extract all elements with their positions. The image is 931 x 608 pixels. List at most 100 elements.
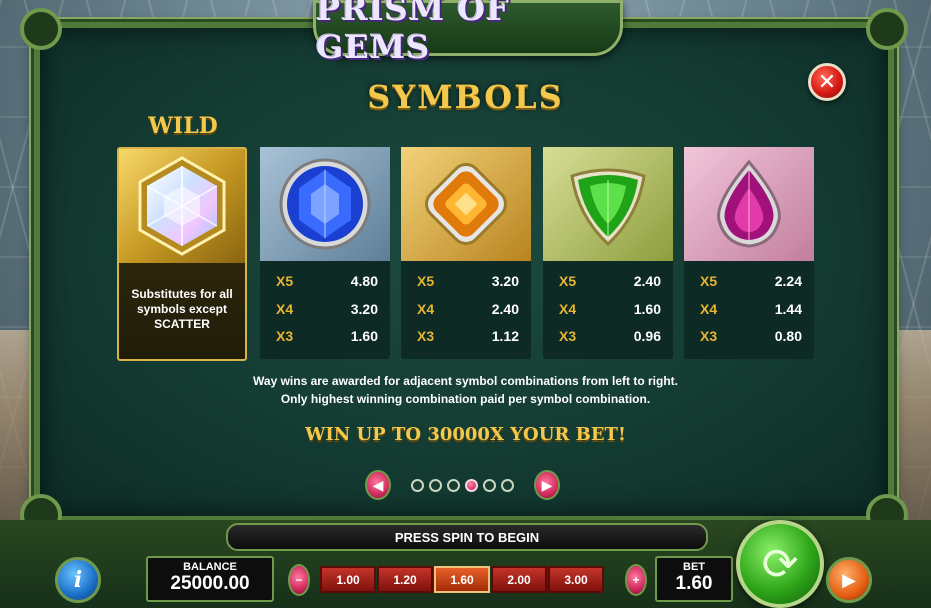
payout-value: 2.40: [633, 273, 661, 289]
payout-multiplier: X3: [417, 328, 435, 344]
rules-info-line: Only highest winning combination paid pe…: [280, 392, 651, 406]
payout-value: 1.60: [633, 301, 661, 317]
chevron-left-icon: ◀: [372, 476, 384, 493]
autoplay-button[interactable]: ▶: [826, 557, 872, 603]
symbol-card-orange: X5 3.20 X4 2.40 X3 1.12: [401, 147, 531, 359]
payout-multiplier: X5: [559, 273, 577, 289]
wild-description-line: SCATTER: [154, 317, 210, 331]
symbol-card-pink: X5 2.24 X4 1.44 X3 0.80: [684, 147, 814, 359]
rules-info: Way wins are awarded for adjacent symbol…: [0, 372, 931, 408]
payout-multiplier: X3: [276, 328, 294, 344]
chevron-right-icon: ▶: [541, 476, 553, 493]
green-triangle-gem-icon: [570, 168, 646, 247]
symbol-image: [401, 147, 531, 261]
symbol-image: [543, 147, 673, 261]
frame-corner-ornament: [866, 8, 908, 50]
bet-value: 1.60: [675, 573, 713, 594]
page-dot[interactable]: [429, 478, 442, 492]
spin-arrows-icon: ⟳: [761, 539, 799, 589]
payout-row: X3 0.96: [559, 328, 661, 348]
symbol-card-green: X5 2.40 X4 1.60 X3 0.96: [543, 147, 673, 359]
plus-icon: +: [632, 573, 640, 587]
wild-symbol-card: Substitutes for all symbols except SCATT…: [117, 147, 247, 361]
payout-multiplier: X3: [700, 328, 718, 344]
symbol-image: [260, 147, 390, 261]
payout-row: X5 3.20: [417, 273, 519, 293]
info-icon: i: [73, 567, 83, 593]
payout-row: X5 2.24: [700, 273, 802, 293]
bet-options: 1.00 1.20 1.60 2.00 3.00: [320, 566, 604, 593]
payout-value: 4.80: [350, 273, 378, 289]
payout-value: 0.96: [633, 328, 661, 344]
payout-value: 2.40: [491, 301, 519, 317]
bet-increase-button[interactable]: +: [625, 564, 647, 596]
bet-display: BET 1.60: [655, 556, 733, 602]
hexagon-diamond-icon: [138, 156, 226, 256]
wild-label: WILD: [148, 113, 218, 139]
bet-label: BET: [683, 561, 705, 573]
payout-value: 1.44: [774, 301, 802, 317]
page-title: SYMBOLS: [367, 78, 564, 116]
payout-value: 3.20: [350, 301, 378, 317]
info-button[interactable]: i: [55, 557, 101, 603]
bet-option[interactable]: 2.00: [491, 566, 547, 593]
page-dot[interactable]: [411, 478, 424, 492]
payout-value: 1.60: [350, 328, 378, 344]
game-logo-text: PRISM OF GEMS: [316, 0, 510, 66]
wild-description-line: symbols except: [136, 302, 228, 316]
symbol-image: [684, 147, 814, 261]
payout-multiplier: X4: [559, 301, 577, 317]
payout-multiplier: X5: [276, 273, 294, 289]
payout-row: X4 3.20: [276, 301, 378, 321]
orange-square-gem-icon: [425, 163, 507, 245]
bet-decrease-button[interactable]: −: [288, 564, 310, 596]
balance-label: BALANCE: [183, 561, 237, 573]
wild-symbol-image: [119, 149, 245, 263]
rules-info-line: Way wins are awarded for adjacent symbol…: [253, 374, 678, 388]
bet-option-selected[interactable]: 1.60: [434, 566, 490, 593]
previous-page-button[interactable]: ◀: [365, 470, 391, 500]
blue-round-gem-icon: [279, 158, 371, 250]
play-icon: ▶: [842, 569, 856, 590]
bet-option[interactable]: 1.00: [320, 566, 376, 593]
payout-multiplier: X5: [700, 273, 718, 289]
bet-option[interactable]: 3.00: [548, 566, 604, 593]
payout-value: 3.20: [491, 273, 519, 289]
payout-row: X5 4.80: [276, 273, 378, 293]
status-message: PRESS SPIN TO BEGIN: [226, 523, 708, 551]
balance-value: 25000.00: [170, 573, 250, 594]
balance-display: BALANCE 25000.00: [146, 556, 274, 602]
wild-description-line: Substitutes for all: [131, 287, 233, 301]
frame-corner-ornament: [20, 8, 62, 50]
payout-row: X3 1.60: [276, 328, 378, 348]
payout-row: X4 1.60: [559, 301, 661, 321]
payout-multiplier: X4: [417, 301, 435, 317]
payout-multiplier: X4: [276, 301, 294, 317]
page-dots: [411, 478, 514, 492]
page-dot[interactable]: [501, 478, 514, 492]
payout-row: X4 2.40: [417, 301, 519, 321]
payout-multiplier: X3: [559, 328, 577, 344]
wild-description: Substitutes for all symbols except SCATT…: [119, 287, 245, 332]
payout-value: 0.80: [774, 328, 802, 344]
max-win-text: WIN UP TO 30000X YOUR BET!: [305, 424, 626, 445]
payout-multiplier: X4: [700, 301, 718, 317]
payout-value: 1.12: [491, 328, 519, 344]
next-page-button[interactable]: ▶: [534, 470, 560, 500]
payout-multiplier: X5: [417, 273, 435, 289]
pink-drop-gem-icon: [717, 159, 781, 248]
payout-row: X4 1.44: [700, 301, 802, 321]
symbol-card-blue: X5 4.80 X4 3.20 X3 1.60: [260, 147, 390, 359]
payout-value: 2.24: [774, 273, 802, 289]
page-dot-active[interactable]: [465, 478, 478, 492]
page-dot[interactable]: [447, 478, 460, 492]
spin-button[interactable]: ⟳: [736, 520, 824, 608]
bet-option[interactable]: 1.20: [377, 566, 433, 593]
page-pager: ◀ ▶: [365, 468, 560, 502]
payout-row: X3 1.12: [417, 328, 519, 348]
minus-icon: −: [295, 573, 303, 587]
page-dot[interactable]: [483, 478, 496, 492]
payout-row: X3 0.80: [700, 328, 802, 348]
payout-row: X5 2.40: [559, 273, 661, 293]
game-logo: PRISM OF GEMS: [313, 0, 623, 66]
